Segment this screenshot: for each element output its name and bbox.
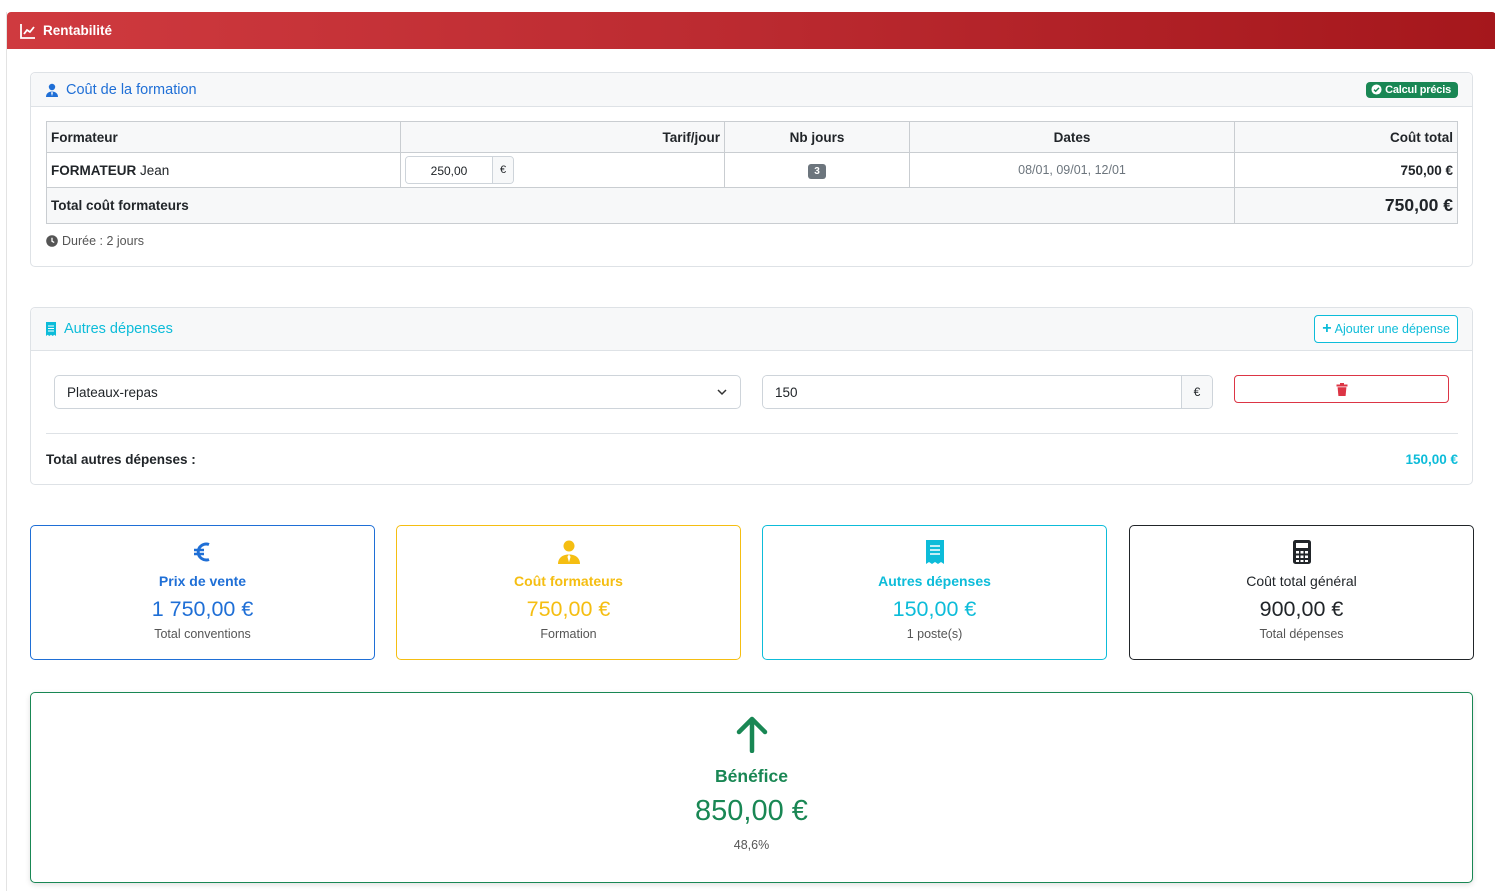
col-header-dates: Dates xyxy=(909,121,1235,153)
add-expense-button[interactable]: + Ajouter une dépense xyxy=(1314,315,1458,343)
formation-card-title: Coût de la formation xyxy=(66,81,197,98)
days-cell: 3 xyxy=(724,152,910,188)
receipt-icon xyxy=(925,540,944,564)
delete-expense-button[interactable] xyxy=(1234,375,1449,403)
line-chart-icon xyxy=(20,23,35,39)
sale-price-label: Prix de vente xyxy=(158,573,247,589)
daily-rate-input[interactable] xyxy=(406,157,492,183)
trainers-cost-value: 750,00 € xyxy=(526,597,611,621)
calculator-icon xyxy=(1292,540,1311,564)
plus-icon: + xyxy=(1322,320,1332,337)
expense-category-select[interactable]: Plateaux-repas xyxy=(54,375,741,409)
col-header-tarif: Tarif/jour xyxy=(400,121,725,153)
expense-amount-input[interactable] xyxy=(763,376,1181,408)
expenses-card-title: Autres dépenses xyxy=(64,321,173,337)
user-tie-icon xyxy=(557,540,580,564)
profit-value: 850,00 € xyxy=(695,795,808,827)
total-row: Total coût formateurs 750,00 € xyxy=(46,187,1458,224)
total-expenses-label: Total autres dépenses : xyxy=(46,452,196,467)
trainer-lastname: FORMATEUR xyxy=(51,162,137,178)
col-header-cout-total: Coût total xyxy=(1234,121,1458,153)
chevron-down-icon xyxy=(717,389,727,396)
other-expenses-label: Autres dépenses xyxy=(878,573,991,589)
expenses-card-header: Autres dépenses + Ajouter une dépense xyxy=(31,308,1472,351)
profit-label: Bénéfice xyxy=(715,766,788,786)
trainer-total-cell: 750,00 € xyxy=(1234,152,1458,188)
total-cost-value: 900,00 € xyxy=(1259,597,1344,621)
check-circle-icon xyxy=(1371,84,1382,95)
sale-price-value: 1 750,00 € xyxy=(151,597,254,621)
user-tie-icon xyxy=(46,83,58,97)
total-cost-stat-card: Coût total général 900,00 € Total dépens… xyxy=(1129,525,1474,660)
profit-card: Bénéfice 850,00 € 48,6% xyxy=(30,692,1473,883)
amount-currency-addon: € xyxy=(1181,376,1212,408)
other-expenses-value: 150,00 € xyxy=(892,597,977,621)
precise-calc-badge: Calcul précis xyxy=(1366,81,1458,98)
trainers-cost-sub: Formation xyxy=(540,627,597,641)
trash-icon xyxy=(1336,382,1347,396)
total-cost-sub: Total dépenses xyxy=(1259,627,1344,641)
formation-card-header: Coût de la formation Calcul précis xyxy=(31,73,1472,107)
other-expenses-card: Autres dépenses + Ajouter une dépense Pl… xyxy=(30,307,1473,485)
receipt-icon xyxy=(46,322,56,336)
table-header-row: Formateur Tarif/jour Nb jours Dates Coût… xyxy=(46,121,1458,153)
sale-price-sub: Total conventions xyxy=(154,627,251,641)
total-trainers-label: Total coût formateurs xyxy=(46,187,1235,224)
panel-title: Rentabilité xyxy=(43,23,113,38)
table-row: FORMATEUR Jean € 3 08/01, 09/01, 12/01 7… xyxy=(46,152,1458,188)
total-trainers-value: 750,00 € xyxy=(1234,187,1458,224)
trainer-name-cell: FORMATEUR Jean xyxy=(46,152,401,188)
trainer-firstname: Jean xyxy=(136,162,170,178)
trainers-cost-stat-card: Coût formateurs 750,00 € Formation xyxy=(396,525,741,660)
euro-icon xyxy=(193,542,210,562)
rate-currency-addon: € xyxy=(492,157,513,183)
col-header-formateur: Formateur xyxy=(46,121,401,153)
expenses-divider xyxy=(46,433,1458,434)
add-expense-label: Ajouter une dépense xyxy=(1334,322,1450,336)
col-header-nb-jours: Nb jours xyxy=(724,121,910,153)
total-cost-label: Coût total général xyxy=(1246,573,1357,589)
panel-header: Rentabilité xyxy=(7,12,1495,49)
expense-category-value: Plateaux-repas xyxy=(67,384,158,400)
trainers-table: Formateur Tarif/jour Nb jours Dates Coût… xyxy=(46,121,1458,224)
trainers-cost-label: Coût formateurs xyxy=(514,573,623,589)
dates-cell: 08/01, 09/01, 12/01 xyxy=(909,152,1235,188)
clock-icon xyxy=(46,235,58,247)
days-badge: 3 xyxy=(808,163,826,179)
profit-percent: 48,6% xyxy=(733,838,770,852)
other-expenses-stat-card: Autres dépenses 150,00 € 1 poste(s) xyxy=(762,525,1107,660)
sale-price-stat-card: Prix de vente 1 750,00 € Total conventio… xyxy=(30,525,375,660)
duration-info: Durée : 2 jours xyxy=(46,234,144,248)
formation-cost-card: Coût de la formation Calcul précis Forma… xyxy=(30,72,1473,267)
precise-calc-badge-label: Calcul précis xyxy=(1385,83,1451,96)
duration-text: Durée : 2 jours xyxy=(62,234,144,248)
arrow-up-icon xyxy=(736,716,767,753)
other-expenses-sub: 1 poste(s) xyxy=(906,627,963,641)
rentabilite-panel: Rentabilité Coût de la formation Calcul … xyxy=(6,12,1495,891)
total-expenses-value: 150,00 € xyxy=(1405,452,1458,467)
rate-cell: € xyxy=(400,152,725,188)
rate-input-group: € xyxy=(405,156,514,184)
expense-amount-group: € xyxy=(762,375,1213,409)
